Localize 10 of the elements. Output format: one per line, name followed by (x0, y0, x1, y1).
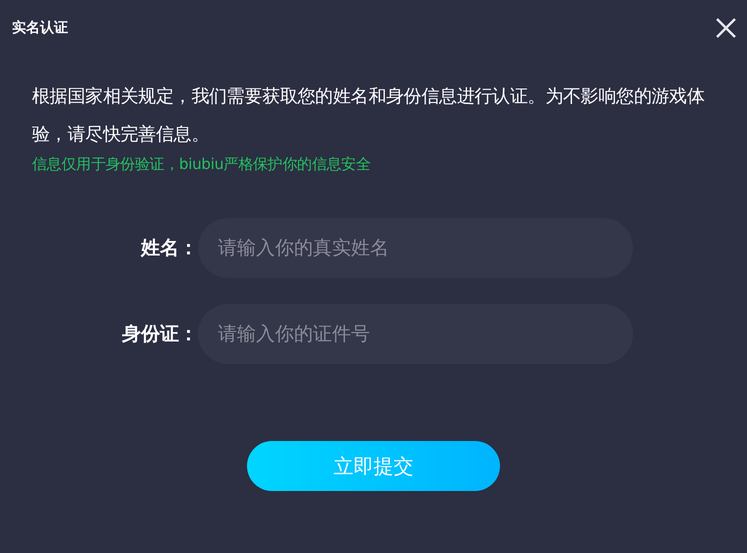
close-icon (715, 17, 737, 39)
field-label: 身份证： (121, 322, 198, 347)
close-button[interactable] (715, 17, 737, 39)
input-field[interactable]: 请输入你的真实姓名 (198, 218, 633, 278)
submit-button[interactable]: 立即提交 (247, 441, 500, 491)
privacy-note: 信息仅用于身份验证，biubiu严格保护你的信息安全 (32, 154, 372, 174)
field-label: 姓名： (140, 236, 198, 261)
window-title: 实名认证 (12, 19, 68, 37)
input-field[interactable]: 请输入你的证件号 (198, 304, 633, 364)
notice-text: 根据国家相关规定，我们需要获取您的姓名和身份信息进行认证。为不影响您的游戏体验，请尽快完善信息。 (32, 85, 706, 147)
